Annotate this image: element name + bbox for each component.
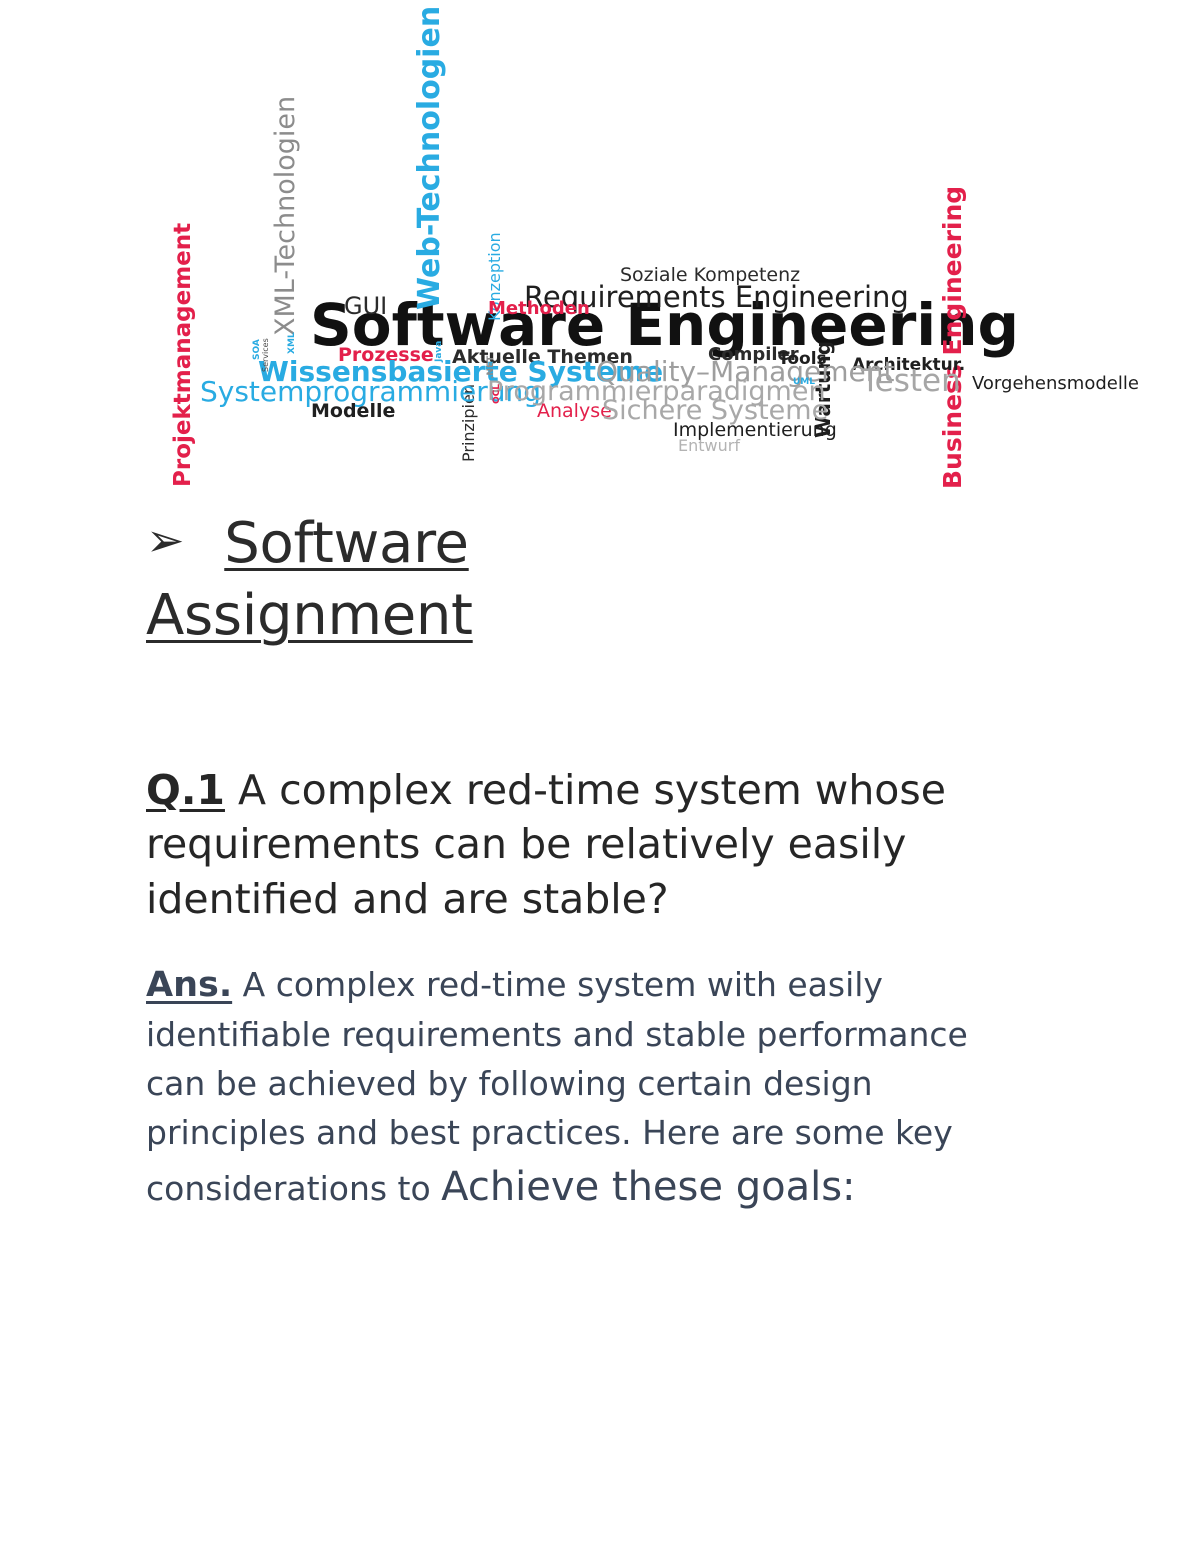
word-cloud-term: Web-Technologien: [412, 5, 447, 310]
word-cloud-term: Soziale Kompetenz: [620, 264, 801, 286]
word-cloud-term: XML: [287, 332, 297, 354]
word-cloud-term: UML: [793, 377, 815, 387]
page-title-line-1: Software: [224, 511, 469, 576]
word-cloud-term: Services: [261, 338, 270, 372]
question-label: Q.1: [146, 766, 225, 815]
question-text: A complex red-time system whose requirem…: [146, 766, 946, 923]
word-cloud-term: OCL: [492, 384, 502, 404]
word-cloud-term: Vorgehensmodelle: [972, 373, 1139, 394]
word-cloud-term: Projektmanagement: [170, 222, 196, 487]
word-cloud-term: Java: [434, 340, 444, 362]
word-cloud-term: Entwurf: [678, 436, 740, 455]
answer-paragraph: Ans. A complex red-time system with easi…: [146, 960, 1031, 1217]
word-cloud-term: Testen: [861, 363, 961, 399]
word-cloud-term: XML-Technologien: [270, 95, 301, 336]
title-body-spacer: [146, 651, 1046, 763]
page-title: ➢ Software Assignment: [146, 508, 1046, 651]
word-cloud-image: Software Engineering Requirements Enginee…: [0, 0, 1200, 500]
word-cloud-term: .NET: [486, 355, 496, 379]
word-cloud-term: Methoden: [488, 298, 590, 319]
arrow-bullet-icon: ➢: [146, 513, 185, 567]
document-body: ➢ Software Assignment Q.1 A complex red-t…: [146, 508, 1046, 1217]
word-cloud-term: Modelle: [311, 400, 396, 422]
word-cloud-term: Business Engineering: [938, 185, 967, 489]
word-cloud-term: GUI: [344, 292, 388, 320]
answer-emphasis: Achieve these goals:: [441, 1163, 856, 1210]
word-cloud-term: Analyse: [537, 400, 612, 422]
page-title-line-2: Assignment: [146, 582, 473, 648]
question-paragraph: Q.1 A complex red-time system whose requ…: [146, 763, 1031, 925]
answer-label: Ans.: [146, 964, 233, 1005]
